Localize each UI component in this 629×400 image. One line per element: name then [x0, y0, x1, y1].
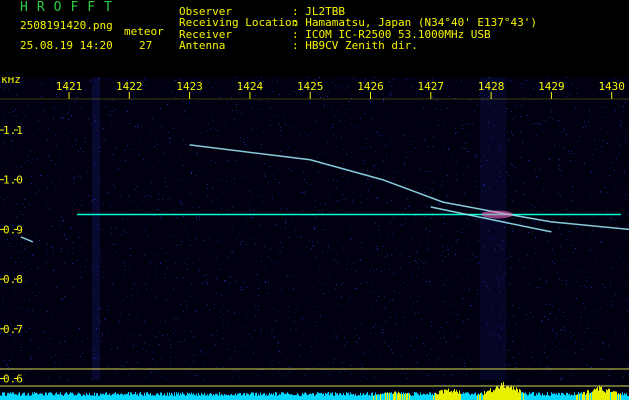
meteor-label: meteor: [124, 25, 164, 38]
filename: 2508191420.png: [20, 19, 113, 32]
y-tick-label: 0.8: [3, 273, 23, 286]
x-tick-label: 1430: [598, 80, 625, 93]
y-tick-label: 1.1: [3, 124, 23, 137]
y-tick-label: 1.0: [3, 174, 23, 187]
info-value-antenna: : HB9CV Zenith dir.: [292, 39, 418, 52]
x-tick-label: 1425: [297, 80, 324, 93]
x-tick-label: 1427: [418, 80, 445, 93]
info-label-antenna: Antenna: [179, 39, 226, 52]
x-tick-label: 1426: [357, 80, 384, 93]
x-tick-label: 1429: [538, 80, 565, 93]
y-tick-label: 0.9: [3, 223, 23, 236]
spectrogram-plot: kHz 1421 1422 1423 1424 1425 1426 1427 1428 1429 1…: [0, 77, 629, 400]
y-tick-label: 0.6: [3, 373, 23, 386]
y-tick-label: 0.7: [3, 323, 23, 336]
x-tick-label: 1428: [478, 80, 505, 93]
x-tick-label: 1421: [56, 80, 83, 93]
x-tick-label: 1423: [176, 80, 203, 93]
y-axis-unit: kHz: [1, 77, 21, 86]
x-tick-label: 1422: [116, 80, 143, 93]
meteor-hotspot: [481, 210, 514, 219]
x-tick-label: 1424: [237, 80, 264, 93]
meteor-count: 27: [139, 39, 153, 52]
app-brand: HROFFT: [20, 0, 121, 15]
datetime: 25.08.19 14:20: [20, 39, 113, 52]
